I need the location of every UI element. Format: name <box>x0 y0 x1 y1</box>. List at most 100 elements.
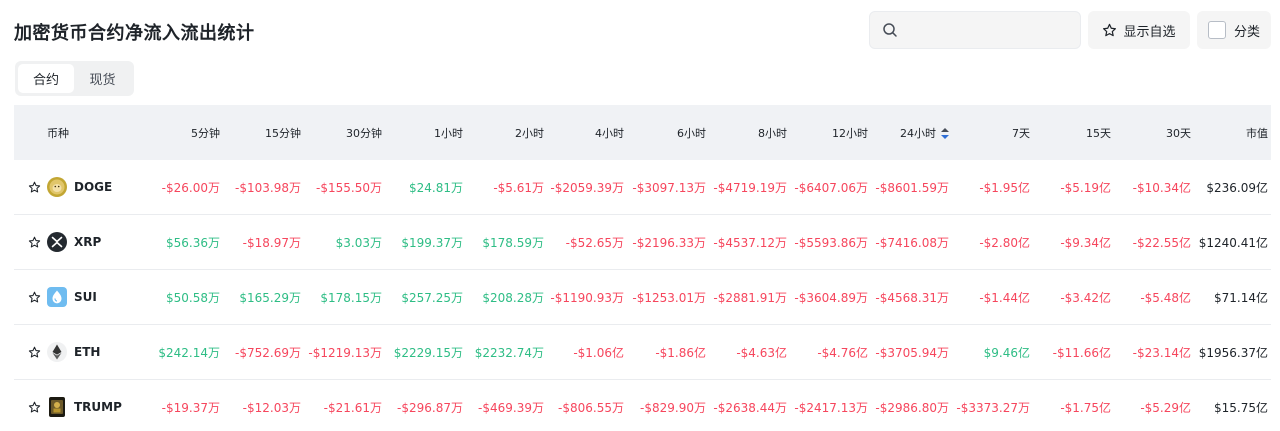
favorite-star-icon[interactable] <box>28 236 47 249</box>
show-favorites-button[interactable]: 显示自选 <box>1088 11 1190 49</box>
coin-symbol: TRUMP <box>74 400 122 414</box>
column-header[interactable]: 5分钟 <box>152 125 220 141</box>
column-header[interactable]: 6小时 <box>624 125 706 141</box>
flow-value: $24.81万 <box>409 180 463 195</box>
flow-value: -$3097.13万 <box>632 180 706 195</box>
column-header-label: 2小时 <box>515 126 544 140</box>
coin-cell: XRP <box>14 232 152 252</box>
flow-value: -$23.14亿 <box>1132 345 1191 360</box>
market-cap-value: $71.14亿 <box>1214 290 1268 305</box>
column-header-label: 市值 <box>1246 126 1268 140</box>
column-header[interactable]: 4小时 <box>544 125 624 141</box>
flow-value: -$1190.93万 <box>550 290 624 305</box>
flow-value: -$26.00万 <box>161 180 220 195</box>
column-header[interactable]: 7天 <box>949 125 1030 141</box>
favorite-star-icon[interactable] <box>28 346 47 359</box>
flow-value: -$296.87万 <box>397 400 463 415</box>
flow-value: -$4537.12万 <box>713 235 787 250</box>
column-header-label: 7天 <box>1012 126 1030 140</box>
column-header-label: 15天 <box>1086 126 1111 140</box>
flow-value: -$5.19亿 <box>1060 180 1111 195</box>
flow-value: -$1.95亿 <box>979 180 1030 195</box>
tab-futures[interactable]: 合约 <box>18 64 74 93</box>
table-row[interactable]: TRUMP -$19.37万 -$12.03万 -$21.61万 -$296.87万 -$… <box>14 380 1271 431</box>
flow-value: -$5.29亿 <box>1140 400 1191 415</box>
sui-logo-icon <box>47 287 67 307</box>
flow-value: -$22.55亿 <box>1132 235 1191 250</box>
flow-value: $50.58万 <box>166 290 220 305</box>
flow-value: -$18.97万 <box>242 235 301 250</box>
flow-value: -$103.98万 <box>235 180 301 195</box>
column-header[interactable]: 15分钟 <box>220 125 301 141</box>
favorite-star-icon[interactable] <box>28 291 47 304</box>
flow-value: $199.37万 <box>401 235 463 250</box>
table-row[interactable]: SUI $50.58万 $165.29万 $178.15万 $257.25万 $208.2… <box>14 270 1271 325</box>
doge-logo-icon <box>47 177 67 197</box>
flow-value: -$4.63亿 <box>736 345 787 360</box>
column-header-label: 币种 <box>47 126 69 140</box>
flow-table: 币种 5分钟 15分钟 30分钟 1小时 2小时 4小时 6小时 8小时 12小时 24小时 7天 15… <box>14 105 1271 431</box>
flow-value: -$10.34亿 <box>1132 180 1191 195</box>
column-header[interactable]: 8小时 <box>706 125 787 141</box>
flow-value: -$1.75亿 <box>1060 400 1111 415</box>
flow-value: -$2881.91万 <box>713 290 787 305</box>
column-header[interactable]: 12小时 <box>787 125 868 141</box>
flow-value: -$6407.06万 <box>794 180 868 195</box>
coin-symbol: ETH <box>74 345 101 359</box>
column-header-label: 24小时 <box>900 126 936 140</box>
table-body: DOGE -$26.00万 -$103.98万 -$155.50万 $24.81万 -$5… <box>14 160 1271 431</box>
category-label: 分类 <box>1233 24 1260 40</box>
table-row[interactable]: XRP $56.36万 -$18.97万 $3.03万 $199.37万 $178.59万… <box>14 215 1271 270</box>
flow-value: -$11.66亿 <box>1052 345 1111 360</box>
column-header[interactable]: 2小时 <box>463 125 544 141</box>
table-header: 币种 5分钟 15分钟 30分钟 1小时 2小时 4小时 6小时 8小时 12小时 24小时 7天 15… <box>14 105 1271 160</box>
flow-value: -$4.76亿 <box>817 345 868 360</box>
table-row[interactable]: ETH $242.14万 -$752.69万 -$1219.13万 $2229.15万 $… <box>14 325 1271 380</box>
column-header-label: 30天 <box>1166 126 1191 140</box>
favorite-star-icon[interactable] <box>28 181 47 194</box>
column-header-label: 5分钟 <box>191 126 220 140</box>
flow-value: -$806.55万 <box>558 400 624 415</box>
flow-value: -$3373.27万 <box>956 400 1030 415</box>
tab-spot[interactable]: 现货 <box>74 64 131 93</box>
column-header[interactable]: 30天 <box>1111 125 1191 141</box>
flow-value: -$8601.59万 <box>875 180 949 195</box>
column-header[interactable]: 市值 <box>1191 125 1268 141</box>
coin-cell: TRUMP <box>14 397 152 417</box>
favorite-star-icon[interactable] <box>28 401 47 414</box>
flow-value: -$9.34亿 <box>1060 235 1111 250</box>
column-header: 币种 <box>14 125 152 141</box>
flow-value: -$19.37万 <box>161 400 220 415</box>
flow-value: $3.03万 <box>335 235 382 250</box>
flow-value: -$4568.31万 <box>875 290 949 305</box>
flow-value: -$829.90万 <box>640 400 706 415</box>
flow-value: $56.36万 <box>166 235 220 250</box>
search-input[interactable] <box>906 22 1076 38</box>
coin-symbol: XRP <box>74 235 102 249</box>
column-header-label: 6小时 <box>677 126 706 140</box>
flow-value: -$2638.44万 <box>713 400 787 415</box>
column-header[interactable]: 1小时 <box>382 125 463 141</box>
flow-value: $165.29万 <box>239 290 301 305</box>
flow-value: -$1.06亿 <box>573 345 624 360</box>
flow-value: -$2059.39万 <box>550 180 624 195</box>
market-cap-value: $1956.37亿 <box>1198 345 1268 360</box>
column-header[interactable]: 24小时 <box>868 125 949 141</box>
flow-value: -$752.69万 <box>235 345 301 360</box>
column-header-label: 15分钟 <box>265 126 301 140</box>
flow-value: -$5593.86万 <box>794 235 868 250</box>
sort-icon[interactable] <box>941 127 949 139</box>
column-header[interactable]: 30分钟 <box>301 125 382 141</box>
search-box[interactable] <box>869 11 1081 49</box>
table-row[interactable]: DOGE -$26.00万 -$103.98万 -$155.50万 $24.81万 -$5… <box>14 160 1271 215</box>
flow-value: -$5.48亿 <box>1140 290 1191 305</box>
flow-value: $257.25万 <box>401 290 463 305</box>
flow-value: -$2196.33万 <box>632 235 706 250</box>
category-checkbox[interactable] <box>1207 21 1226 39</box>
column-header[interactable]: 15天 <box>1030 125 1111 141</box>
market-cap-value: $15.75亿 <box>1214 400 1268 415</box>
flow-value: -$52.65万 <box>565 235 624 250</box>
category-toggle[interactable]: 分类 <box>1197 11 1271 49</box>
flow-value: $178.15万 <box>320 290 382 305</box>
flow-value: -$7416.08万 <box>875 235 949 250</box>
